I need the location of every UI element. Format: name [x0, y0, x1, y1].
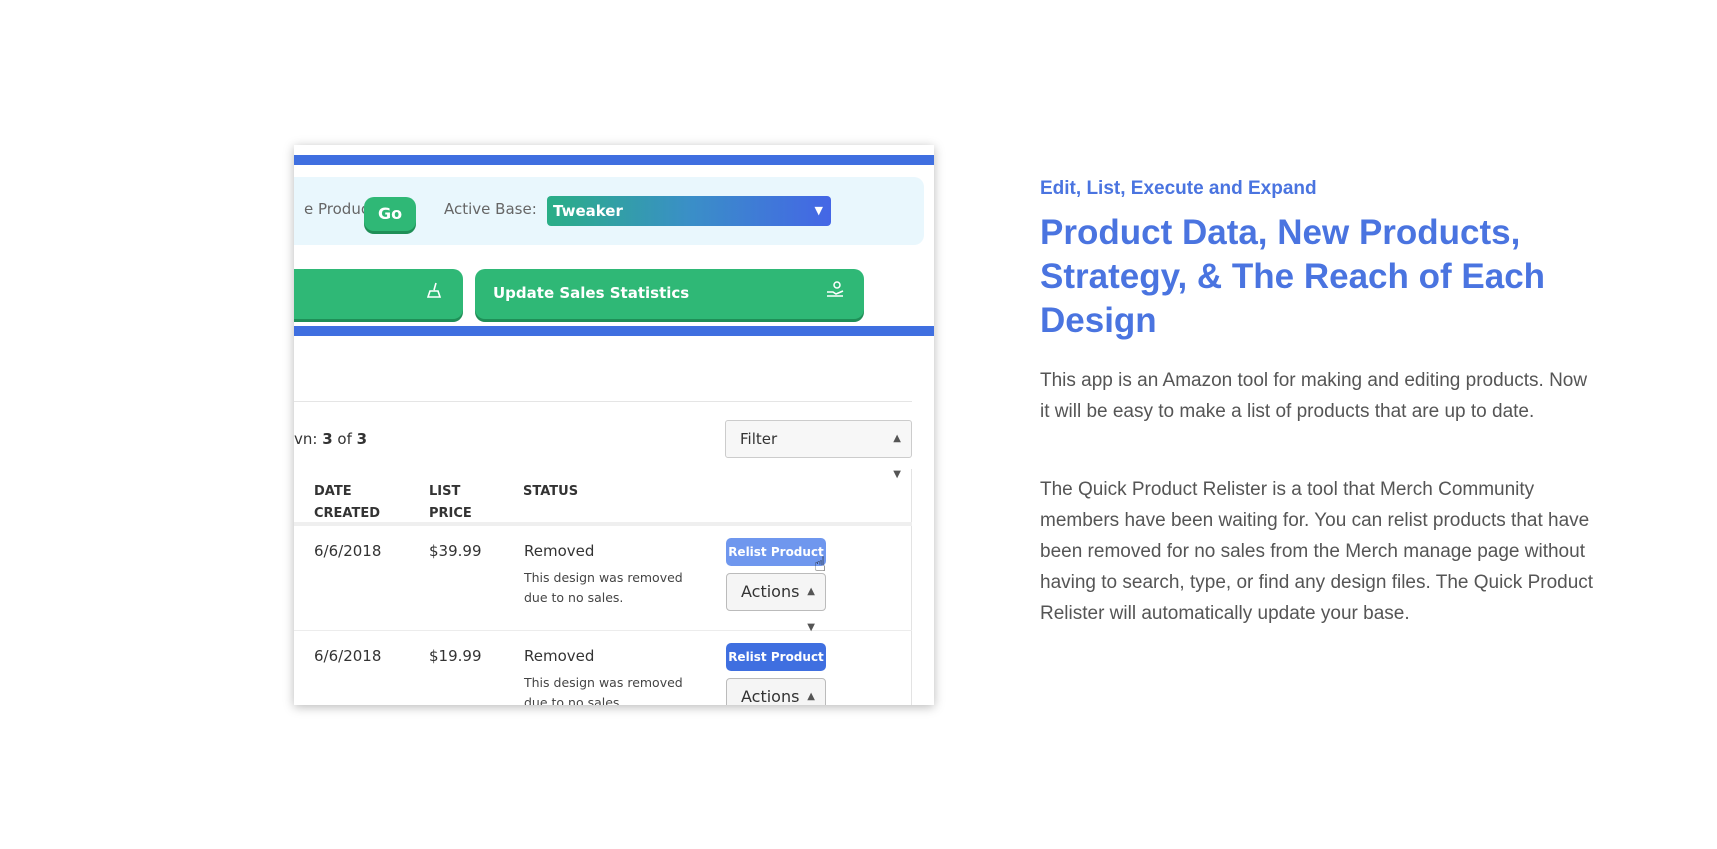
go-button[interactable]: Go: [364, 197, 416, 231]
actions-select[interactable]: Actions ▲▼: [726, 678, 826, 705]
divider: [294, 401, 912, 402]
updown-icon: ▲▼: [807, 691, 815, 702]
status-cell: Removed: [524, 647, 595, 665]
app-screenshot: e Product Tabs Go Active Base: Tweaker ▼…: [294, 145, 934, 705]
products-action-button[interactable]: cts: [294, 269, 463, 319]
table-row: 6/6/2018 $39.99 Removed This design was …: [294, 526, 912, 633]
active-base-label: Active Base:: [444, 200, 537, 218]
date-created-cell: 6/6/2018: [314, 647, 382, 665]
actions-select[interactable]: Actions ▲▼: [726, 573, 826, 633]
status-note: This design was removed due to no sales.: [524, 675, 683, 705]
broom-icon: [426, 269, 443, 317]
section-headline: Product Data, New Products, Strategy, & …: [1040, 213, 1546, 340]
section-eyebrow: Edit, List, Execute and Expand: [1040, 178, 1317, 199]
actions-label: Actions: [741, 687, 800, 705]
toolbar-panel: e Product Tabs Go Active Base: Tweaker ▼…: [294, 155, 934, 336]
column-status: STATUS: [523, 484, 579, 499]
active-base-value: Tweaker: [553, 202, 623, 220]
table-row: 6/6/2018 $19.99 Removed This design was …: [294, 631, 912, 705]
hand-money-icon: [826, 269, 844, 317]
product-tabs-label: e Product Tabs: [304, 200, 364, 218]
update-sales-statistics-button[interactable]: Update Sales Statistics: [475, 269, 864, 319]
toolbar-row: e Product Tabs Go Active Base: Tweaker ▼: [294, 177, 924, 245]
status-cell: Removed: [524, 542, 595, 560]
description-paragraph-1: This app is an Amazon tool for making an…: [1040, 370, 1588, 422]
relist-product-button[interactable]: Relist Product: [726, 643, 826, 671]
products-table: DATE CREATED LIST PRICE STATUS 6/6/2018 …: [294, 469, 912, 705]
list-price-cell: $39.99: [429, 542, 482, 560]
column-date-created: DATE CREATED: [314, 484, 381, 521]
actions-label: Actions: [741, 582, 800, 601]
relist-product-button[interactable]: Relist Product: [726, 538, 826, 566]
caret-down-icon: ▼: [814, 204, 823, 217]
table-header: DATE CREATED LIST PRICE STATUS: [294, 469, 912, 526]
date-created-cell: 6/6/2018: [314, 542, 382, 560]
update-sales-label: Update Sales Statistics: [493, 284, 690, 302]
filter-label: Filter: [740, 430, 778, 448]
hand-cursor-icon: ☝: [814, 552, 827, 576]
status-note: This design was removed due to no sales.: [524, 570, 683, 605]
active-base-select[interactable]: Tweaker ▼: [547, 196, 831, 226]
column-list-price: LIST PRICE: [429, 484, 472, 521]
list-price-cell: $19.99: [429, 647, 482, 665]
shown-count: vn: 3 of 3: [294, 430, 368, 448]
filter-select[interactable]: Filter ▲ ▼: [725, 420, 912, 480]
description-paragraph-2: The Quick Product Relister is a tool tha…: [1040, 479, 1594, 624]
